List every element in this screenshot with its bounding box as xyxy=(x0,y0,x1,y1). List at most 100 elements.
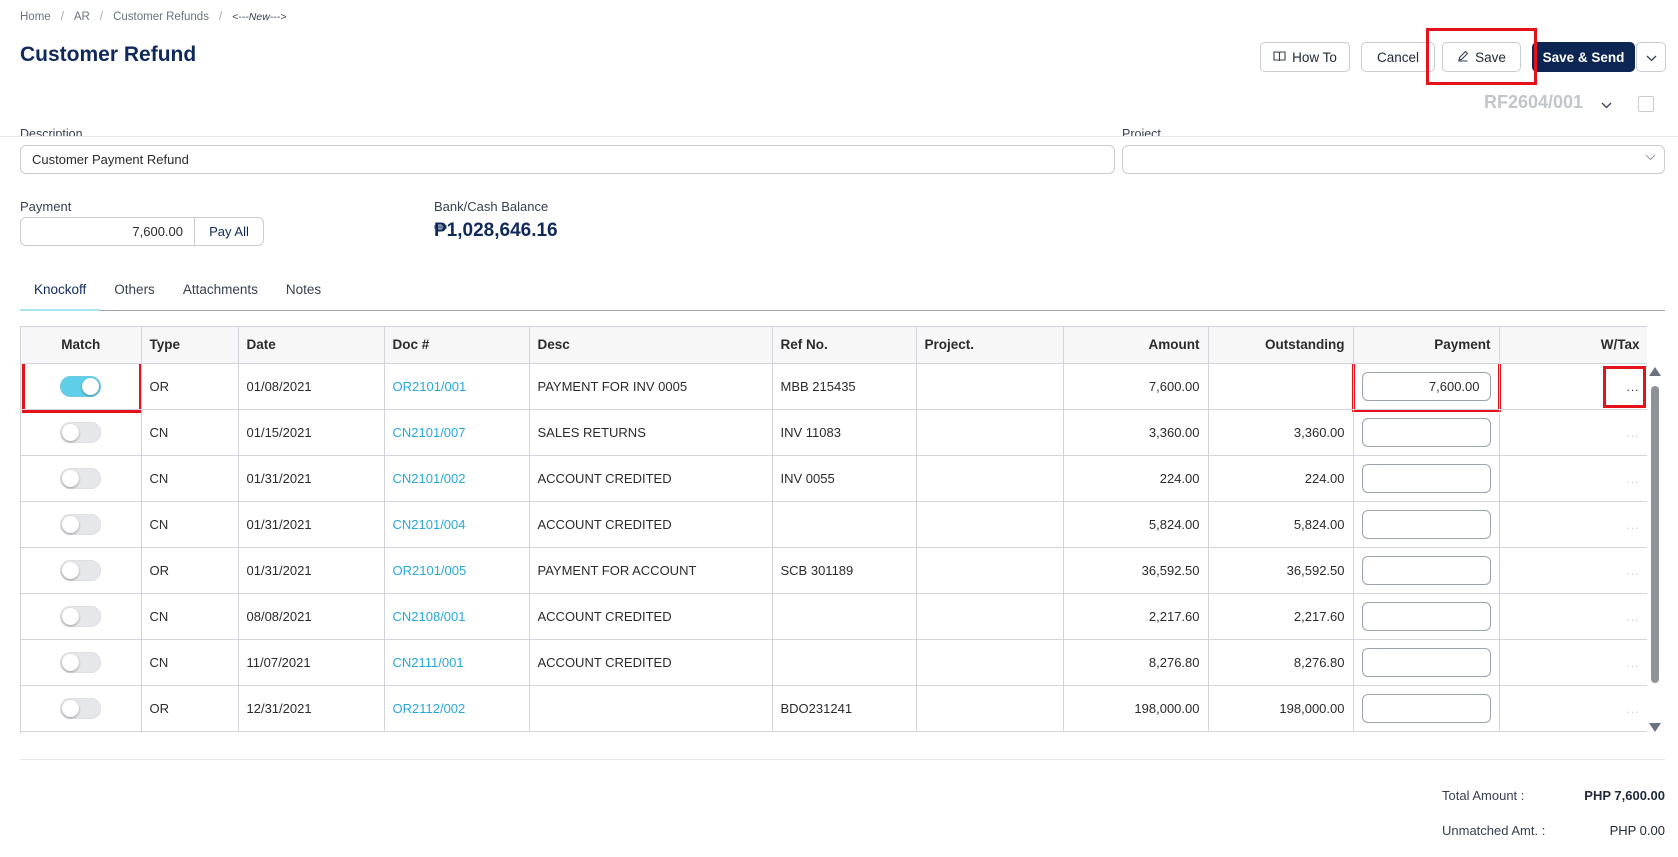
project-label: Project xyxy=(1122,128,1161,136)
breadcrumb: Home / AR / Customer Refunds / <---New--… xyxy=(20,11,286,23)
book-icon xyxy=(1273,50,1286,65)
col-project[interactable]: Project. xyxy=(916,327,1064,364)
match-toggle[interactable] xyxy=(60,375,102,397)
description-label: Description xyxy=(20,128,83,136)
wtax-more-button[interactable]: ... xyxy=(1626,426,1639,440)
col-match[interactable]: Match xyxy=(21,327,142,364)
payment-cell xyxy=(1353,409,1500,456)
col-payment[interactable]: Payment xyxy=(1353,327,1500,364)
cancel-button[interactable]: Cancel xyxy=(1361,42,1435,72)
tab-notes[interactable]: Notes xyxy=(272,270,335,311)
amount-cell: 3,360.00 xyxy=(1063,409,1209,456)
type-cell: CN xyxy=(141,639,239,686)
col-type[interactable]: Type xyxy=(141,327,239,364)
match-cell xyxy=(21,501,142,548)
breadcrumb-ar[interactable]: AR xyxy=(74,11,90,23)
doc-link[interactable]: CN2101/007 xyxy=(393,425,466,440)
doc-link[interactable]: CN2111/001 xyxy=(393,655,464,670)
doc-link[interactable]: OR2101/005 xyxy=(393,563,467,578)
save-button[interactable]: Save xyxy=(1442,42,1521,72)
date-cell: 01/15/2021 xyxy=(238,409,385,456)
doc-link[interactable]: CN2108/001 xyxy=(393,609,466,624)
chevron-down-icon xyxy=(1646,50,1657,65)
match-toggle[interactable] xyxy=(60,559,102,581)
doc-cell: OR2101/005 xyxy=(384,547,530,594)
description-input[interactable]: Customer Payment Refund xyxy=(20,145,1115,174)
wtax-cell: ... xyxy=(1499,685,1647,732)
outstanding-cell: 2,217.60 xyxy=(1208,593,1354,640)
payment-cell xyxy=(1353,593,1500,640)
amount-cell: 36,592.50 xyxy=(1063,547,1209,594)
col-outstanding[interactable]: Outstanding xyxy=(1208,327,1354,364)
payment-cell xyxy=(1353,455,1500,502)
col-amount[interactable]: Amount xyxy=(1063,327,1209,364)
knockoff-grid: Match Type Date Doc # Desc Ref No. Proje… xyxy=(20,326,1647,734)
wtax-more-button[interactable]: ... xyxy=(1626,610,1639,624)
project-cell xyxy=(916,685,1064,732)
balance-label: Bank/Cash Balance xyxy=(434,199,549,214)
ref-cell xyxy=(772,639,917,686)
doc-link[interactable]: OR2101/001 xyxy=(393,379,467,394)
tab-attachments[interactable]: Attachments xyxy=(169,270,272,311)
col-desc[interactable]: Desc xyxy=(529,327,773,364)
doc-cell: CN2108/001 xyxy=(384,593,530,640)
wtax-more-button[interactable]: ... xyxy=(1626,702,1639,716)
doc-link[interactable]: CN2101/004 xyxy=(393,517,466,532)
wtax-more-button[interactable]: ... xyxy=(1626,472,1639,486)
pay-all-button[interactable]: Pay All xyxy=(194,217,264,246)
ref-cell: BDO231241 xyxy=(772,685,917,732)
doc-link[interactable]: CN2101/002 xyxy=(393,471,466,486)
match-toggle[interactable] xyxy=(60,605,102,627)
match-cell xyxy=(21,639,142,686)
match-toggle[interactable] xyxy=(60,421,102,443)
date-cell: 08/08/2021 xyxy=(238,593,385,640)
save-and-send-button[interactable]: Save & Send xyxy=(1532,42,1635,72)
payment-cell-input[interactable] xyxy=(1361,647,1491,677)
payment-cell-input[interactable] xyxy=(1361,693,1491,723)
payment-cell-input[interactable] xyxy=(1361,601,1491,631)
project-select[interactable] xyxy=(1122,145,1665,174)
match-toggle[interactable] xyxy=(60,513,102,535)
date-cell: 01/31/2021 xyxy=(238,501,385,548)
col-doc[interactable]: Doc # xyxy=(384,327,530,364)
tab-knockoff[interactable]: Knockoff xyxy=(20,270,101,311)
col-date[interactable]: Date xyxy=(238,327,385,364)
wtax-more-button[interactable]: ... xyxy=(1626,656,1639,670)
match-toggle[interactable] xyxy=(60,467,102,489)
wtax-more-button[interactable]: ... xyxy=(1626,564,1639,578)
col-wtax[interactable]: W/Tax xyxy=(1499,327,1647,364)
payment-cell-input[interactable] xyxy=(1361,509,1491,539)
how-to-button[interactable]: How To xyxy=(1260,42,1350,72)
breadcrumb-home[interactable]: Home xyxy=(20,11,51,23)
wtax-more-button[interactable]: ... xyxy=(1626,518,1639,532)
col-ref[interactable]: Ref No. xyxy=(772,327,917,364)
wtax-more-button[interactable]: ... xyxy=(1626,380,1639,394)
match-cell xyxy=(21,593,142,640)
amount-cell: 198,000.00 xyxy=(1063,685,1209,732)
payment-cell-input[interactable]: 7,600.00 xyxy=(1361,371,1491,401)
ref-cell xyxy=(772,593,917,640)
payment-cell-input[interactable] xyxy=(1361,463,1491,493)
scroll-down-icon[interactable] xyxy=(1649,723,1661,732)
ref-cell: INV 11083 xyxy=(772,409,917,456)
table-row: OR 12/31/2021 OR2112/002 BDO231241 198,000.0… xyxy=(21,685,1647,732)
payment-cell-input[interactable] xyxy=(1361,555,1491,585)
chevron-down-icon[interactable] xyxy=(1601,98,1612,112)
page-title: Customer Refund xyxy=(20,43,197,66)
doc-cell: CN2111/001 xyxy=(384,639,530,686)
tab-others[interactable]: Others xyxy=(100,270,169,311)
payment-input[interactable]: 7,600.00 xyxy=(20,217,195,246)
desc-cell: ACCOUNT CREDITED xyxy=(529,455,773,502)
match-toggle[interactable] xyxy=(60,651,102,673)
payment-cell-input[interactable] xyxy=(1361,417,1491,447)
match-toggle[interactable] xyxy=(60,697,102,719)
amount-cell: 7,600.00 xyxy=(1063,363,1209,410)
doc-link[interactable]: OR2112/002 xyxy=(393,701,466,716)
breadcrumb-customer-refunds[interactable]: Customer Refunds xyxy=(113,11,209,23)
document-search-icon[interactable] xyxy=(1638,96,1654,112)
scrollbar-thumb[interactable] xyxy=(1651,386,1659,683)
more-actions-button[interactable] xyxy=(1636,42,1666,72)
outstanding-cell xyxy=(1208,363,1354,410)
wtax-cell: ... xyxy=(1499,409,1647,456)
scroll-up-icon[interactable] xyxy=(1649,367,1661,376)
